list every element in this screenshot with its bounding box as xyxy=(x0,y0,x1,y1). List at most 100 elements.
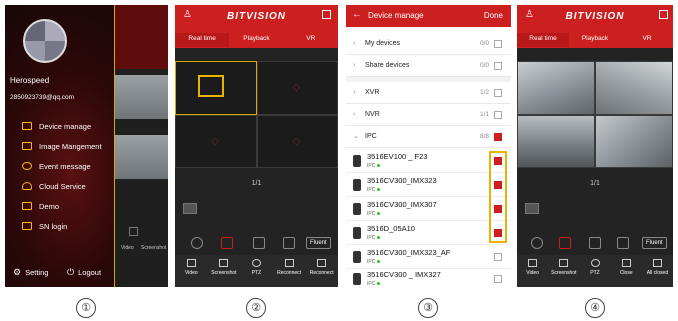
page-title: Device manage xyxy=(368,11,424,20)
menu-item-event-message[interactable]: Event message xyxy=(22,159,91,173)
tab-vr[interactable]: VR xyxy=(621,33,673,47)
username: Herospeed xyxy=(10,76,50,85)
main-screen-peek[interactable]: Video Screenshot xyxy=(114,5,168,287)
device-row[interactable]: 3516CV300_IMX323_AF IPC xyxy=(346,245,511,269)
layout-1-icon[interactable] xyxy=(531,237,543,249)
camera-feed[interactable] xyxy=(595,114,673,168)
chevron-right-icon: › xyxy=(353,89,356,96)
video-cell[interactable]: ◇ xyxy=(256,61,338,115)
group-row-my-devices[interactable]: › My devices 0/0 xyxy=(346,33,511,55)
ptz-button[interactable]: PTZ xyxy=(579,255,610,287)
checkbox[interactable] xyxy=(494,62,502,70)
camera-feed[interactable] xyxy=(517,61,595,115)
group-row-xvr[interactable]: › XVR 1/2 xyxy=(346,82,511,104)
tab-real-time[interactable]: Real time xyxy=(175,33,230,47)
camera-icon xyxy=(353,179,361,191)
live-view-screen: ♙ BITVISION Real time Playback VR 1/1 Fl… xyxy=(517,5,673,287)
device-row[interactable]: 3516CV300_IMX307 IPC xyxy=(346,197,511,221)
checkbox[interactable] xyxy=(494,253,502,261)
page-indicator: 1/1 xyxy=(590,180,600,187)
tab-real-time[interactable]: Real time xyxy=(517,33,569,47)
checkbox[interactable] xyxy=(494,275,502,283)
menu-item-sn-login[interactable]: SN login xyxy=(22,219,67,233)
avatar[interactable] xyxy=(23,19,67,63)
tool-label: Video xyxy=(526,270,539,276)
video-icon xyxy=(186,259,196,267)
menu-item-device-manage[interactable]: Device manage xyxy=(22,119,91,133)
tool-label: Close xyxy=(619,270,633,276)
brand-logo: BITVISION xyxy=(226,11,286,22)
group-row-nvr[interactable]: › NVR 1/1 xyxy=(346,104,511,126)
tab-playback[interactable]: Playback xyxy=(229,33,283,47)
ptz-button[interactable]: PTZ xyxy=(240,255,273,287)
close-button[interactable]: Close xyxy=(611,255,642,287)
video-cell[interactable]: ◇ xyxy=(175,114,257,168)
camera-feed[interactable] xyxy=(595,61,673,115)
device-row[interactable]: 3516EV100 _ F23 IPC xyxy=(346,149,511,173)
layout-16-icon[interactable] xyxy=(283,237,295,249)
logout-button[interactable]: ⏻ Logout xyxy=(67,267,101,278)
layout-16-icon[interactable] xyxy=(617,237,629,249)
logout-label: Logout xyxy=(78,268,102,277)
peek-screenshot-label: Screenshot xyxy=(141,245,167,251)
tool-label: Video xyxy=(184,270,198,276)
reconnect-all-button[interactable]: Reconnect xyxy=(305,255,338,287)
camera-feed[interactable] xyxy=(517,114,595,168)
tab-playback[interactable]: Playback xyxy=(569,33,621,47)
menu-item-label: Image Mangement xyxy=(39,141,102,151)
checkbox[interactable] xyxy=(494,89,502,97)
setting-button[interactable]: ⚙ Setting xyxy=(13,267,48,278)
tool-label: Screenshot xyxy=(551,270,577,276)
add-camera-icon: ◇ xyxy=(292,82,301,93)
done-button[interactable]: Done xyxy=(484,11,503,20)
user-email: 2850923739@qq.com xyxy=(10,94,75,101)
menu-item-cloud-service[interactable]: Cloud Service xyxy=(22,179,86,193)
quality-button[interactable]: Fluent xyxy=(306,237,331,249)
reconnect-button[interactable]: Reconnect xyxy=(273,255,306,287)
quality-button[interactable]: Fluent xyxy=(642,237,667,249)
menu-item-label: Demo xyxy=(39,201,60,211)
step-caption: ② xyxy=(246,298,266,318)
layout-4-icon[interactable] xyxy=(559,237,571,249)
video-cell[interactable] xyxy=(175,61,257,115)
device-row[interactable]: 3516CV300_IMX323 IPC xyxy=(346,173,511,197)
video-button[interactable]: Video xyxy=(175,255,208,287)
close-all-button[interactable]: All closed xyxy=(642,255,673,287)
tool-label: Screenshot xyxy=(211,270,237,276)
camera-icon xyxy=(353,273,361,285)
video-button[interactable]: Video xyxy=(517,255,548,287)
layout-1-icon[interactable] xyxy=(191,237,203,249)
group-row-share-devices[interactable]: › Share devices 0/0 xyxy=(346,55,511,77)
device-row[interactable]: 3516D_05A10 IPC xyxy=(346,221,511,245)
add-camera-icon: ◇ xyxy=(211,135,219,147)
app-header: ♙ BITVISION Real time Playback VR xyxy=(175,5,338,48)
app-header: ♙ BITVISION Real time Playback VR xyxy=(517,5,673,48)
chevron-down-icon: ⌄ xyxy=(353,133,359,140)
layout-icon[interactable] xyxy=(322,10,331,19)
checkbox[interactable] xyxy=(494,133,502,141)
layout-4-icon[interactable] xyxy=(221,237,233,249)
add-camera-icon[interactable] xyxy=(198,75,224,97)
device-row[interactable]: 3516CV300 _ IMX327 IPC xyxy=(346,267,511,287)
layout-9-icon[interactable] xyxy=(589,237,601,249)
group-row-ipc[interactable]: ⌄ IPC 8/8 xyxy=(346,126,511,148)
menu-item-demo[interactable]: Demo xyxy=(22,199,59,213)
menu-item-label: SN login xyxy=(39,221,68,231)
folder-icon[interactable] xyxy=(183,203,197,214)
layout-9-icon[interactable] xyxy=(253,237,265,249)
device-manage-icon xyxy=(22,122,32,130)
back-arrow-icon[interactable]: ← xyxy=(352,9,362,20)
screenshot-button[interactable]: Screenshot xyxy=(208,255,241,287)
device-manage-screen: ← Device manage Done › My devices 0/0 › Sha… xyxy=(346,5,511,287)
layout-icon[interactable] xyxy=(659,10,668,19)
menu-item-image-management[interactable]: Image Mangement xyxy=(22,139,102,153)
checkbox[interactable] xyxy=(494,40,502,48)
tool-label: Reconnect xyxy=(277,270,302,276)
screenshot-button[interactable]: Screenshot xyxy=(548,255,579,287)
selection-highlight xyxy=(489,151,507,243)
video-cell[interactable]: ◇ xyxy=(256,114,338,168)
checkbox[interactable] xyxy=(494,111,502,119)
screenshot-icon xyxy=(219,259,229,267)
tab-vr[interactable]: VR xyxy=(284,33,338,47)
folder-icon[interactable] xyxy=(525,203,539,214)
